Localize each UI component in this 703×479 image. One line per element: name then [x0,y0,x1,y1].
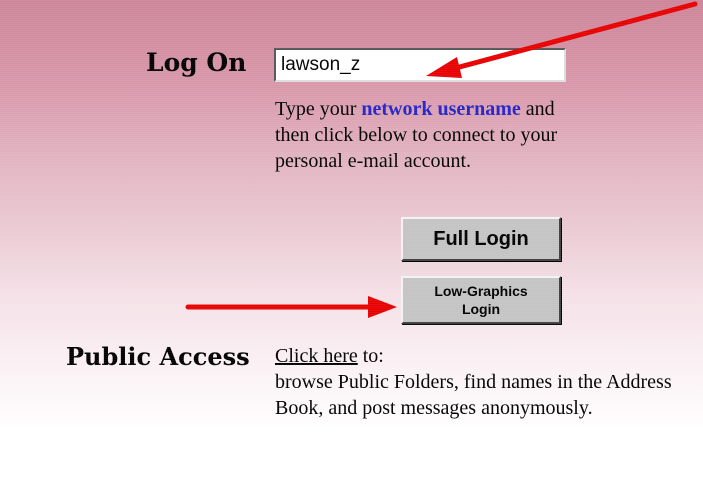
low-graphics-label-line2: Login [461,301,501,317]
arrow-to-low-graphics-icon [185,296,397,318]
full-login-button[interactable]: Full Login [401,217,561,261]
public-access-details: browse Public Folders, find names in the… [275,371,672,419]
low-graphics-label-line1: Low-Graphics [434,283,528,299]
click-here-link[interactable]: Click here [275,345,358,367]
logon-instructions: Type your network username and then clic… [275,96,575,174]
public-access-to-text: to: [357,345,384,367]
low-graphics-login-button[interactable]: Low-Graphics Login [401,276,561,324]
public-access-description: Click here to: browse Public Folders, fi… [275,343,700,421]
logon-label: Log On [146,48,247,77]
instructions-text-start: Type your [275,98,362,120]
username-input[interactable] [274,48,566,82]
network-username-text: network username [361,98,521,120]
public-access-label: Public Access [66,342,250,371]
login-panel: Log On Type your network username and th… [0,0,703,479]
